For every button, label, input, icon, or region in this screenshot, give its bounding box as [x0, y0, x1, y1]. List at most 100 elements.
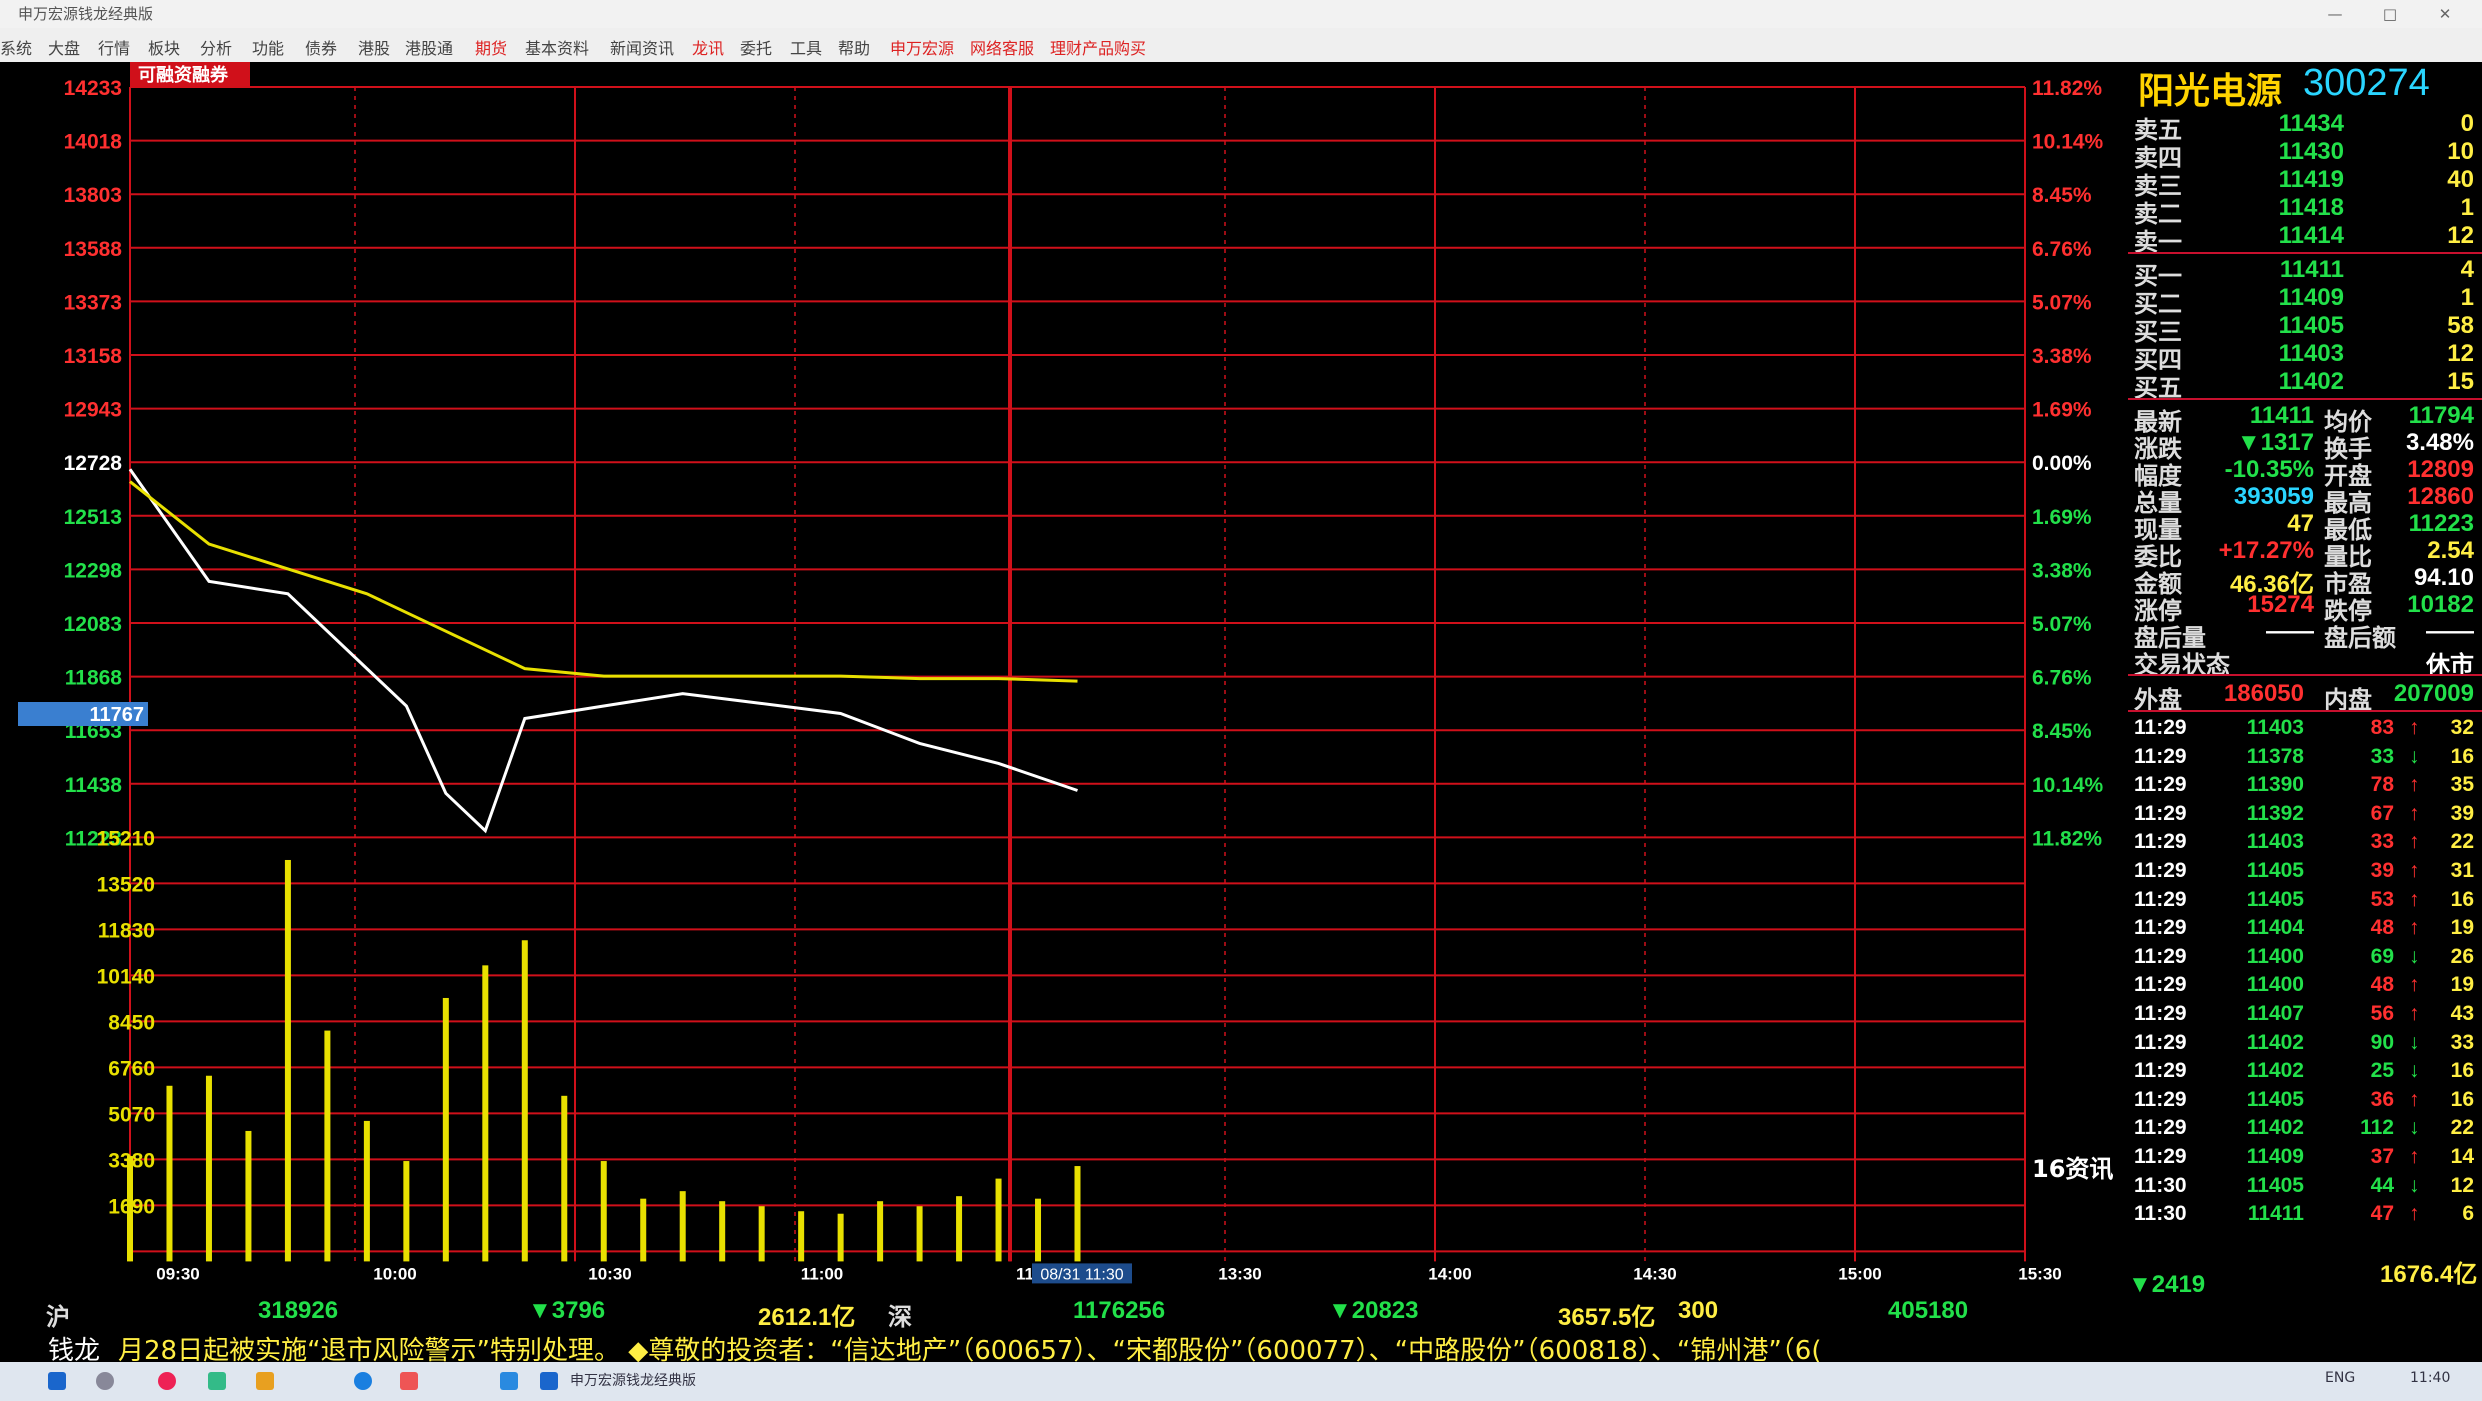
menu-item-0[interactable]: 系统	[0, 35, 32, 59]
row-price: 11403	[2278, 340, 2344, 367]
bid-row[interactable]: 买五 11402 15	[2134, 368, 2474, 402]
intraday-chart[interactable]: 可融资融券 14233 14018 13803 13588 13373 13158 12943…	[0, 62, 2130, 1302]
tick-row[interactable]: 11:29 11378 33 ↓ 16	[2134, 745, 2474, 773]
close-button[interactable]: ✕	[2425, 0, 2465, 28]
tick-count: 19	[2450, 916, 2474, 940]
row-price: 11430	[2278, 138, 2344, 165]
folder-icon[interactable]	[256, 1372, 274, 1390]
menu-item-4[interactable]: 分析	[200, 35, 232, 59]
menu-item-15[interactable]: 帮助	[838, 35, 870, 59]
tick-row[interactable]: 11:29 11405 39 ↑ 31	[2134, 859, 2474, 887]
tick-row[interactable]: 11:29 11390 78 ↑ 35	[2134, 773, 2474, 801]
menu-item-14[interactable]: 工具	[790, 35, 822, 59]
volume-bar	[205, 1075, 212, 1262]
outer-value: 186050	[2223, 680, 2304, 707]
ask-row[interactable]: 卖三 11419 40	[2134, 166, 2474, 200]
tick-volume: 48	[2370, 973, 2394, 997]
tick-price: 11390	[2246, 773, 2304, 797]
menu-item-7[interactable]: 港股	[358, 35, 390, 59]
tick-count: 43	[2450, 1002, 2474, 1025]
volume-bar	[995, 1178, 1002, 1262]
menu-item-2[interactable]: 行情	[98, 35, 130, 59]
menu-item-18[interactable]: 理财产品购买	[1050, 35, 1146, 59]
tick-volume: 47	[2370, 1202, 2394, 1226]
menu-item-16[interactable]: 申万宏源	[890, 35, 954, 59]
menu-item-3[interactable]: 板块	[148, 35, 180, 59]
tick-row[interactable]: 11:29 11400 48 ↑ 19	[2134, 973, 2474, 1001]
menu-item-12[interactable]: 龙讯	[692, 35, 724, 59]
divider	[2128, 398, 2482, 400]
maximize-button[interactable]: □	[2370, 0, 2410, 28]
stat-row: 最新 11411 均价 11794	[2134, 402, 2474, 436]
time-axis-label: 11	[1016, 1264, 1034, 1283]
price-axis-label: 13373	[64, 291, 122, 314]
tick-row[interactable]: 11:29 11404 48 ↑ 19	[2134, 916, 2474, 944]
title-bar: 申万宏源钱龙经典版 — □ ✕	[0, 0, 2482, 28]
ask-row[interactable]: 卖五 11434 0	[2134, 110, 2474, 144]
sz-label: 深	[888, 1304, 912, 1331]
language-indicator[interactable]: ENG	[2325, 1370, 2355, 1392]
app-icon-blue[interactable]	[500, 1372, 518, 1390]
tick-volume: 48	[2370, 916, 2394, 940]
percent-axis-label: 10.14%	[2032, 131, 2104, 154]
divider	[2128, 710, 2482, 712]
average-price-line	[129, 480, 1078, 683]
tick-row[interactable]: 11:29 11403 83 ↑ 32	[2134, 716, 2474, 744]
price-axis-label: 12083	[64, 613, 122, 636]
chrome-icon[interactable]	[158, 1372, 176, 1390]
menu-item-1[interactable]: 大盘	[48, 35, 80, 59]
menu-item-13[interactable]: 委托	[740, 35, 772, 59]
tick-row[interactable]: 11:30 11411 47 ↑ 6	[2134, 1202, 2474, 1230]
app-icon-red[interactable]	[400, 1372, 418, 1390]
tick-row[interactable]: 11:29 11403 33 ↑ 22	[2134, 830, 2474, 858]
search-icon[interactable]	[96, 1372, 114, 1390]
tick-price: 11400	[2246, 944, 2304, 968]
tick-row[interactable]: 11:29 11400 69 ↓ 26	[2134, 945, 2474, 973]
bid-row[interactable]: 买四 11403 12	[2134, 340, 2474, 374]
taskbar-app-label[interactable]: 申万宏源钱龙经典版	[570, 1370, 696, 1392]
tick-row[interactable]: 11:29 11402 90 ↓ 33	[2134, 1031, 2474, 1059]
tick-row[interactable]: 11:29 11407 56 ↑ 43	[2134, 1002, 2474, 1030]
tick-row[interactable]: 11:29 11405 36 ↑ 16	[2134, 1088, 2474, 1116]
ask-row[interactable]: 卖二 11418 1	[2134, 194, 2474, 228]
margin-badge: 可融资融券	[138, 64, 229, 86]
time-axis-label: 15:00	[1838, 1264, 1881, 1283]
tick-count: 31	[2450, 859, 2474, 882]
qianlong-task-icon[interactable]	[540, 1372, 558, 1390]
edge-icon[interactable]	[354, 1372, 372, 1390]
price-axis-label: 12728	[64, 452, 123, 475]
tick-row[interactable]: 11:29 11409 37 ↑ 14	[2134, 1145, 2474, 1173]
tick-row[interactable]: 11:29 11402 25 ↓ 16	[2134, 1059, 2474, 1087]
menu-item-6[interactable]: 债券	[305, 35, 337, 59]
minimize-button[interactable]: —	[2315, 0, 2355, 28]
ask-row[interactable]: 卖四 11430 10	[2134, 138, 2474, 172]
menu-item-17[interactable]: 网络客服	[970, 35, 1034, 59]
bid-row[interactable]: 买一 11411 4	[2134, 256, 2474, 290]
volume-axis-label: 10140	[97, 965, 155, 988]
app-icon-green[interactable]	[208, 1372, 226, 1390]
percent-axis-label: 5.07%	[2032, 291, 2092, 314]
menu-item-9[interactable]: 期货	[475, 35, 507, 59]
tick-row[interactable]: 11:29 11392 67 ↑ 39	[2134, 802, 2474, 830]
tick-row[interactable]: 11:29 11405 53 ↑ 16	[2134, 888, 2474, 916]
stat-value: ——	[2426, 618, 2474, 645]
row-price: 11411	[2279, 256, 2344, 283]
row-price: 11405	[2278, 312, 2344, 339]
menu-item-8[interactable]: 港股通	[405, 35, 453, 59]
volume-bar	[837, 1213, 844, 1262]
menu-item-10[interactable]: 基本资料	[525, 35, 589, 59]
tick-row[interactable]: 11:29 11402 112 ↓ 22	[2134, 1116, 2474, 1144]
ask-row[interactable]: 卖一 11414 12	[2134, 222, 2474, 256]
bid-row[interactable]: 买二 11409 1	[2134, 284, 2474, 318]
cursor-time: 08/31 11:30	[1040, 1266, 1123, 1283]
menu-item-5[interactable]: 功能	[252, 35, 284, 59]
tick-price: 11411	[2247, 1202, 2304, 1226]
volume-axis-label: 6760	[108, 1057, 155, 1080]
bid-row[interactable]: 买三 11405 58	[2134, 312, 2474, 346]
menu-item-11[interactable]: 新闻资讯	[610, 35, 674, 59]
news-ticker[interactable]: 钱龙 月28日起被实施“退市风险警示”特别处理。 ◆尊敬的投资者：“信达地产”（…	[38, 1328, 2138, 1362]
start-icon[interactable]	[48, 1372, 66, 1390]
tick-row[interactable]: 11:30 11405 44 ↓ 12	[2134, 1174, 2474, 1202]
stat-value: 393059	[2233, 483, 2314, 510]
row-price: 11414	[2278, 222, 2344, 249]
